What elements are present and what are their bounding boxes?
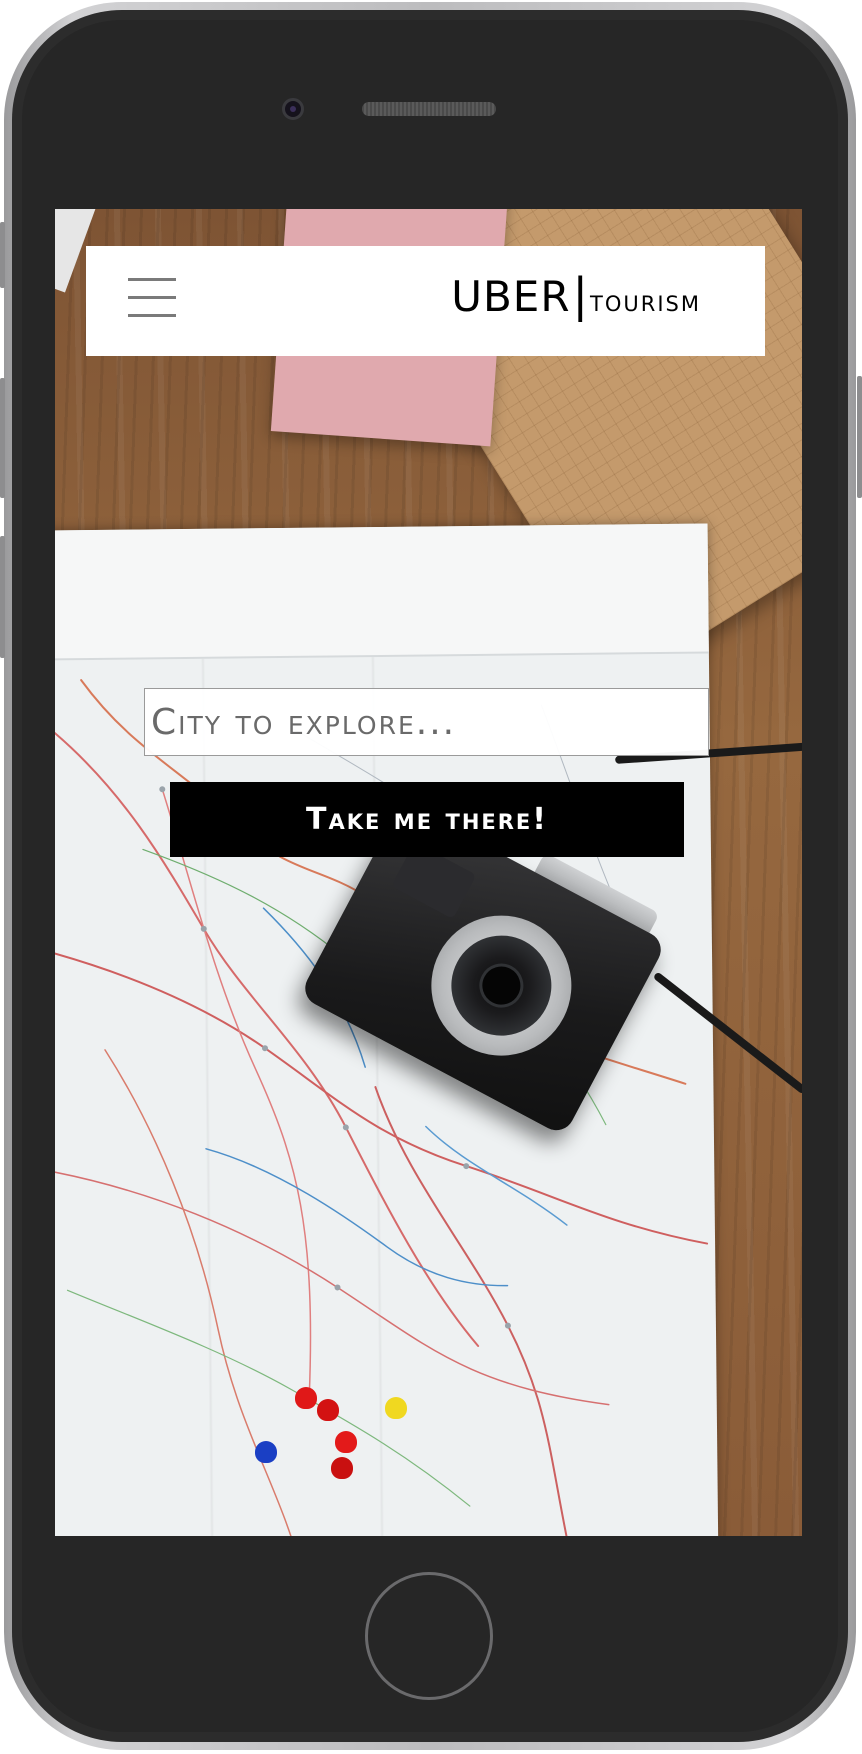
red-map-pin-icon: [331, 1457, 353, 1479]
phone-mute-switch: [0, 222, 5, 288]
city-search-input[interactable]: [144, 688, 709, 756]
phone-power-button: [857, 376, 862, 498]
red-map-pin-icon: [335, 1431, 357, 1453]
hamburger-menu-icon[interactable]: [128, 278, 176, 318]
top-header-bar: UBER | tourism: [86, 246, 765, 356]
red-map-pin-icon: [317, 1399, 339, 1421]
earpiece-speaker: [362, 102, 496, 116]
yellow-map-pin-icon: [385, 1397, 407, 1419]
logo-sub-text: tourism: [590, 284, 701, 319]
phone-volume-down-button: [0, 536, 5, 658]
phone-volume-up-button: [0, 378, 5, 498]
front-camera-icon: [282, 98, 304, 120]
red-map-pin-icon: [295, 1387, 317, 1409]
logo-separator: |: [572, 268, 589, 322]
logo-main-text: UBER: [451, 272, 571, 321]
home-button[interactable]: [365, 1572, 493, 1700]
take-me-there-button[interactable]: Take me there!: [170, 782, 684, 857]
app-screen: UBER | tourism Take me there!: [55, 209, 802, 1536]
blue-map-pin-icon: [255, 1441, 277, 1463]
app-logo[interactable]: UBER | tourism: [451, 272, 701, 328]
